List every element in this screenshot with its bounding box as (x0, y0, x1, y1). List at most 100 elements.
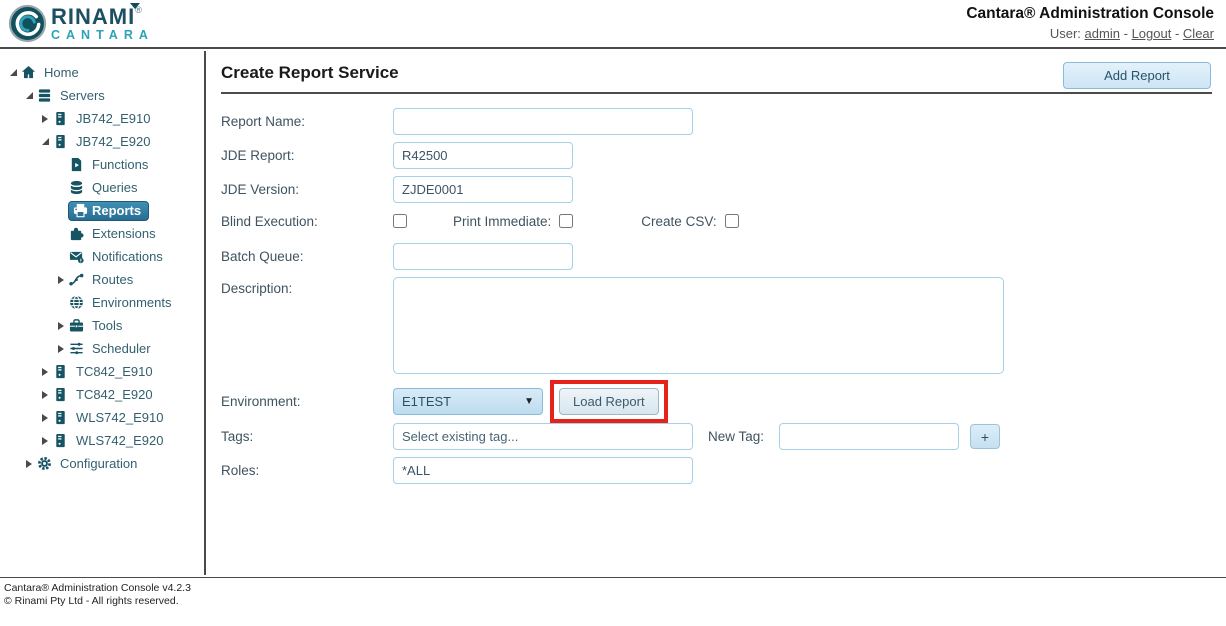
caret-collapsed-icon[interactable] (58, 276, 64, 284)
new-tag-input[interactable] (779, 423, 959, 450)
gear-icon (36, 456, 53, 472)
blind-execution-checkbox[interactable] (393, 214, 407, 228)
sidebar-item-label: Home (41, 64, 82, 81)
caret-collapsed-icon[interactable] (42, 414, 48, 422)
clear-link[interactable]: Clear (1183, 26, 1214, 41)
sidebar-item-notifications[interactable]: Notifications (0, 245, 204, 268)
sidebar-item-functions[interactable]: Functions (0, 153, 204, 176)
sidebar-item-label: Tools (89, 317, 125, 334)
sidebar-item-label: Notifications (89, 248, 166, 265)
caret-collapsed-icon[interactable] (42, 437, 48, 445)
tags-input[interactable] (393, 423, 693, 450)
cantara-admin-console: RINAMI® CANTARA Cantara® Administration … (0, 0, 1226, 626)
sidebar-item-configuration[interactable]: Configuration (0, 452, 204, 475)
add-report-button[interactable]: Add Report (1063, 62, 1211, 89)
tags-row: Tags: New Tag: + (221, 423, 1212, 450)
server-icon (52, 410, 69, 426)
sidebar-item-tools[interactable]: Tools (0, 314, 204, 337)
toolbox-icon (68, 318, 85, 334)
caret-expanded-icon[interactable] (26, 92, 33, 99)
user-label: User: (1050, 26, 1081, 41)
batch-queue-label: Batch Queue: (221, 249, 393, 264)
server-icon (52, 433, 69, 449)
batch-queue-input[interactable] (393, 243, 573, 270)
jde-version-input[interactable] (393, 176, 573, 203)
console-title: Cantara® Administration Console (966, 4, 1214, 25)
roles-input[interactable] (393, 457, 693, 484)
database-icon (68, 180, 85, 196)
sidebar-item-extensions[interactable]: Extensions (0, 222, 204, 245)
sidebar-item-label: WLS742_E920 (73, 432, 166, 449)
sidebar-item-label: JB742_E920 (73, 133, 153, 150)
environment-selected-value: E1TEST (402, 394, 451, 409)
sidebar-item-jb742_e910[interactable]: JB742_E910 (0, 107, 204, 130)
description-label: Description: (221, 277, 393, 296)
caret-collapsed-icon[interactable] (58, 345, 64, 353)
rinami-logo-icon (8, 4, 47, 43)
add-tag-button[interactable]: + (970, 424, 1000, 449)
sidebar-item-label: Extensions (89, 225, 159, 242)
jde-version-row: JDE Version: (221, 176, 1212, 203)
sidebar-item-label: Routes (89, 271, 136, 288)
sliders-icon (68, 341, 85, 357)
globe-icon (68, 295, 85, 311)
caret-collapsed-icon[interactable] (42, 368, 48, 376)
sidebar-item-wls742_e910[interactable]: WLS742_E910 (0, 406, 204, 429)
puzzle-icon (68, 226, 85, 242)
sidebar-item-tc842_e920[interactable]: TC842_E920 (0, 383, 204, 406)
caret-collapsed-icon[interactable] (26, 460, 32, 468)
sidebar-item-reports[interactable]: Reports (0, 199, 204, 222)
nav-tree: Home ServersJB742_E910 JB742_E920 Functions… (0, 61, 204, 475)
environment-select[interactable]: E1TEST ▼ (393, 388, 543, 415)
sidebar-item-environments[interactable]: Environments (0, 291, 204, 314)
function-icon (68, 157, 85, 173)
environment-label: Environment: (221, 394, 393, 409)
sidebar-item-home[interactable]: Home (0, 61, 204, 84)
route-icon (68, 272, 85, 288)
user-name-link[interactable]: admin (1085, 26, 1120, 41)
sidebar-item-label: WLS742_E910 (73, 409, 166, 426)
sidebar-item-wls742_e920[interactable]: WLS742_E920 (0, 429, 204, 452)
caret-expanded-icon[interactable] (10, 69, 17, 76)
navigation-sidebar: Home ServersJB742_E910 JB742_E920 Functions… (0, 51, 206, 575)
logo-brand: RINAMI® (51, 6, 154, 28)
sidebar-item-label: Reports (92, 203, 141, 218)
report-name-label: Report Name: (221, 114, 393, 129)
server-icon (52, 111, 69, 127)
print-immediate-checkbox[interactable] (559, 214, 573, 228)
logout-link[interactable]: Logout (1132, 26, 1172, 41)
sidebar-item-jb742_e920[interactable]: JB742_E920 (0, 130, 204, 153)
jde-report-input[interactable] (393, 142, 573, 169)
main-content: Create Report Service Add Report Report … (208, 51, 1226, 575)
footer-copyright: © Rinami Pty Ltd - All rights reserved. (4, 595, 1226, 608)
roles-label: Roles: (221, 463, 393, 478)
batch-queue-row: Batch Queue: (221, 243, 1212, 270)
roles-row: Roles: (221, 457, 1212, 484)
create-csv-label: Create CSV: (641, 214, 716, 229)
caret-expanded-icon[interactable] (42, 138, 49, 145)
rinami-cantara-logo: RINAMI® CANTARA (8, 4, 154, 43)
report-name-input[interactable] (393, 108, 693, 135)
sidebar-item-routes[interactable]: Routes (0, 268, 204, 291)
sidebar-item-tc842_e910[interactable]: TC842_E910 (0, 360, 204, 383)
red-highlight-annotation: Load Report (550, 380, 668, 423)
environment-row: Environment: E1TEST ▼ Load Report (221, 388, 1212, 415)
envelope-icon (68, 249, 85, 265)
home-icon (20, 65, 37, 81)
load-report-button[interactable]: Load Report (559, 388, 659, 415)
jde-report-row: JDE Report: (221, 142, 1212, 169)
sidebar-item-label: Environments (89, 294, 174, 311)
caret-collapsed-icon[interactable] (58, 322, 64, 330)
server-icon (52, 387, 69, 403)
checkbox-row: Blind Execution: Print Immediate: Create… (221, 211, 1212, 231)
caret-collapsed-icon[interactable] (42, 115, 48, 123)
sidebar-item-label: TC842_E920 (73, 386, 156, 403)
sidebar-item-servers[interactable]: Servers (0, 84, 204, 107)
sidebar-item-scheduler[interactable]: Scheduler (0, 337, 204, 360)
sidebar-item-queries[interactable]: Queries (0, 176, 204, 199)
footer-version: Cantara® Administration Console v4.2.3 (4, 582, 1226, 595)
description-textarea[interactable] (393, 277, 1004, 374)
tags-label: Tags: (221, 429, 393, 444)
create-csv-checkbox[interactable] (725, 214, 739, 228)
caret-collapsed-icon[interactable] (42, 391, 48, 399)
